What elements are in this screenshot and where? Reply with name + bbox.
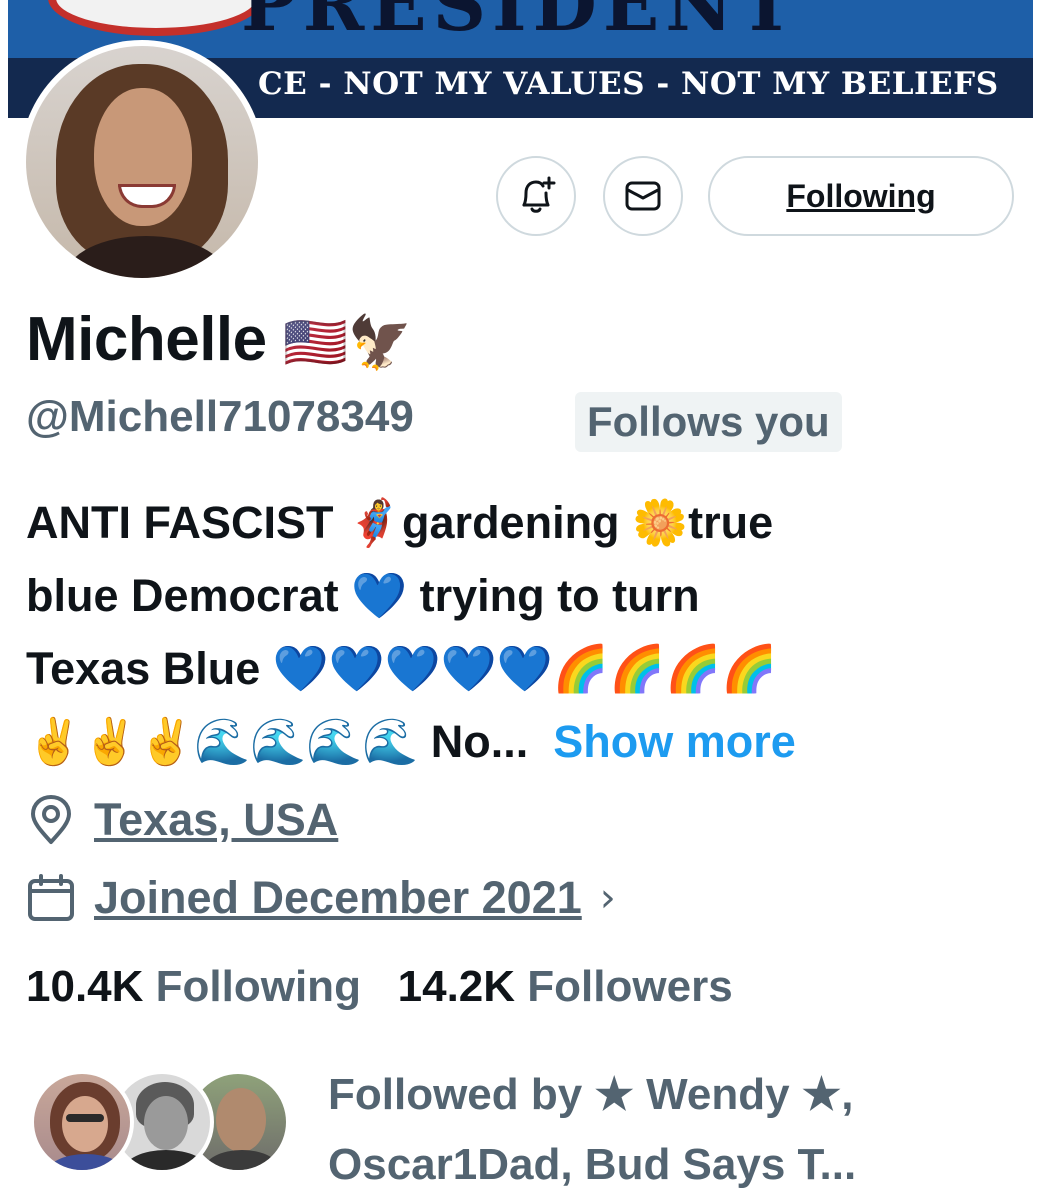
- display-name-text: Michelle: [26, 305, 267, 374]
- follow-stats: 10.4K Following 14.2K Followers: [26, 962, 733, 1012]
- profile-bio: ANTI FASCIST 🦸‍♀️gardening 🌼true blue De…: [26, 486, 1016, 778]
- location-pin-icon: [31, 795, 71, 844]
- follower-avatar-face: [144, 1096, 188, 1150]
- banner-tagline: CE - NOT MY VALUES - NOT MY BELIEFS: [258, 66, 999, 102]
- following-button-label: Following: [786, 177, 936, 214]
- calendar-icon: [28, 874, 74, 921]
- followers-label: Followers: [527, 962, 733, 1011]
- display-name: Michelle 🇺🇸🦅: [26, 304, 412, 375]
- envelope-icon: [625, 181, 661, 211]
- bio-line-last: ✌️✌️✌️🌊🌊🌊🌊 No... Show more: [26, 705, 1016, 778]
- following-stat[interactable]: 10.4K Following: [26, 962, 373, 1011]
- bio-line: ✌️✌️✌️🌊🌊🌊🌊 No...: [26, 716, 529, 767]
- avatar-photo: [26, 46, 258, 278]
- joined-date-link[interactable]: Joined December 2021: [94, 872, 582, 924]
- following-label: Following: [155, 962, 361, 1011]
- following-count: 10.4K: [26, 962, 144, 1011]
- followed-by-line: Followed by ★ Wendy ★,: [328, 1070, 854, 1119]
- follower-avatar-body: [204, 1150, 280, 1170]
- message-button[interactable]: [603, 156, 683, 236]
- location-row: Texas, USA: [26, 790, 338, 850]
- follower-avatar-glasses: [66, 1114, 104, 1122]
- user-handle: @Michell71078349: [26, 392, 414, 441]
- bell-plus-icon: [522, 176, 556, 213]
- notifications-button[interactable]: [496, 156, 576, 236]
- profile-avatar[interactable]: [20, 40, 264, 284]
- follower-avatar: [30, 1070, 134, 1174]
- follows-you-badge: Follows you: [575, 392, 842, 452]
- bio-line: Texas Blue 💙💙💙💙💙🌈🌈🌈🌈: [26, 643, 778, 694]
- followers-stat[interactable]: 14.2K Followers: [398, 962, 733, 1011]
- follower-avatar-face: [62, 1096, 108, 1152]
- show-more-link[interactable]: Show more: [553, 716, 796, 767]
- follower-avatar-body: [46, 1154, 126, 1170]
- followed-by-line: Oscar1Dad, Bud Says T...: [328, 1140, 857, 1189]
- bio-line: ANTI FASCIST 🦸‍♀️gardening 🌼true: [26, 497, 774, 548]
- followed-by-text: Followed by ★ Wendy ★, Oscar1Dad, Bud Sa…: [328, 1060, 1018, 1200]
- follower-avatar-body: [124, 1150, 208, 1170]
- display-name-emoji: 🇺🇸🦅: [283, 314, 412, 372]
- location-link[interactable]: Texas, USA: [94, 794, 338, 846]
- follower-avatar-face: [216, 1088, 266, 1152]
- bio-line: blue Democrat 💙 trying to turn: [26, 570, 700, 621]
- chevron-right-icon: ›: [599, 875, 616, 921]
- joined-row[interactable]: Joined December 2021 ›: [26, 868, 616, 928]
- followers-count: 14.2K: [397, 962, 516, 1011]
- following-button[interactable]: Following: [708, 156, 1014, 236]
